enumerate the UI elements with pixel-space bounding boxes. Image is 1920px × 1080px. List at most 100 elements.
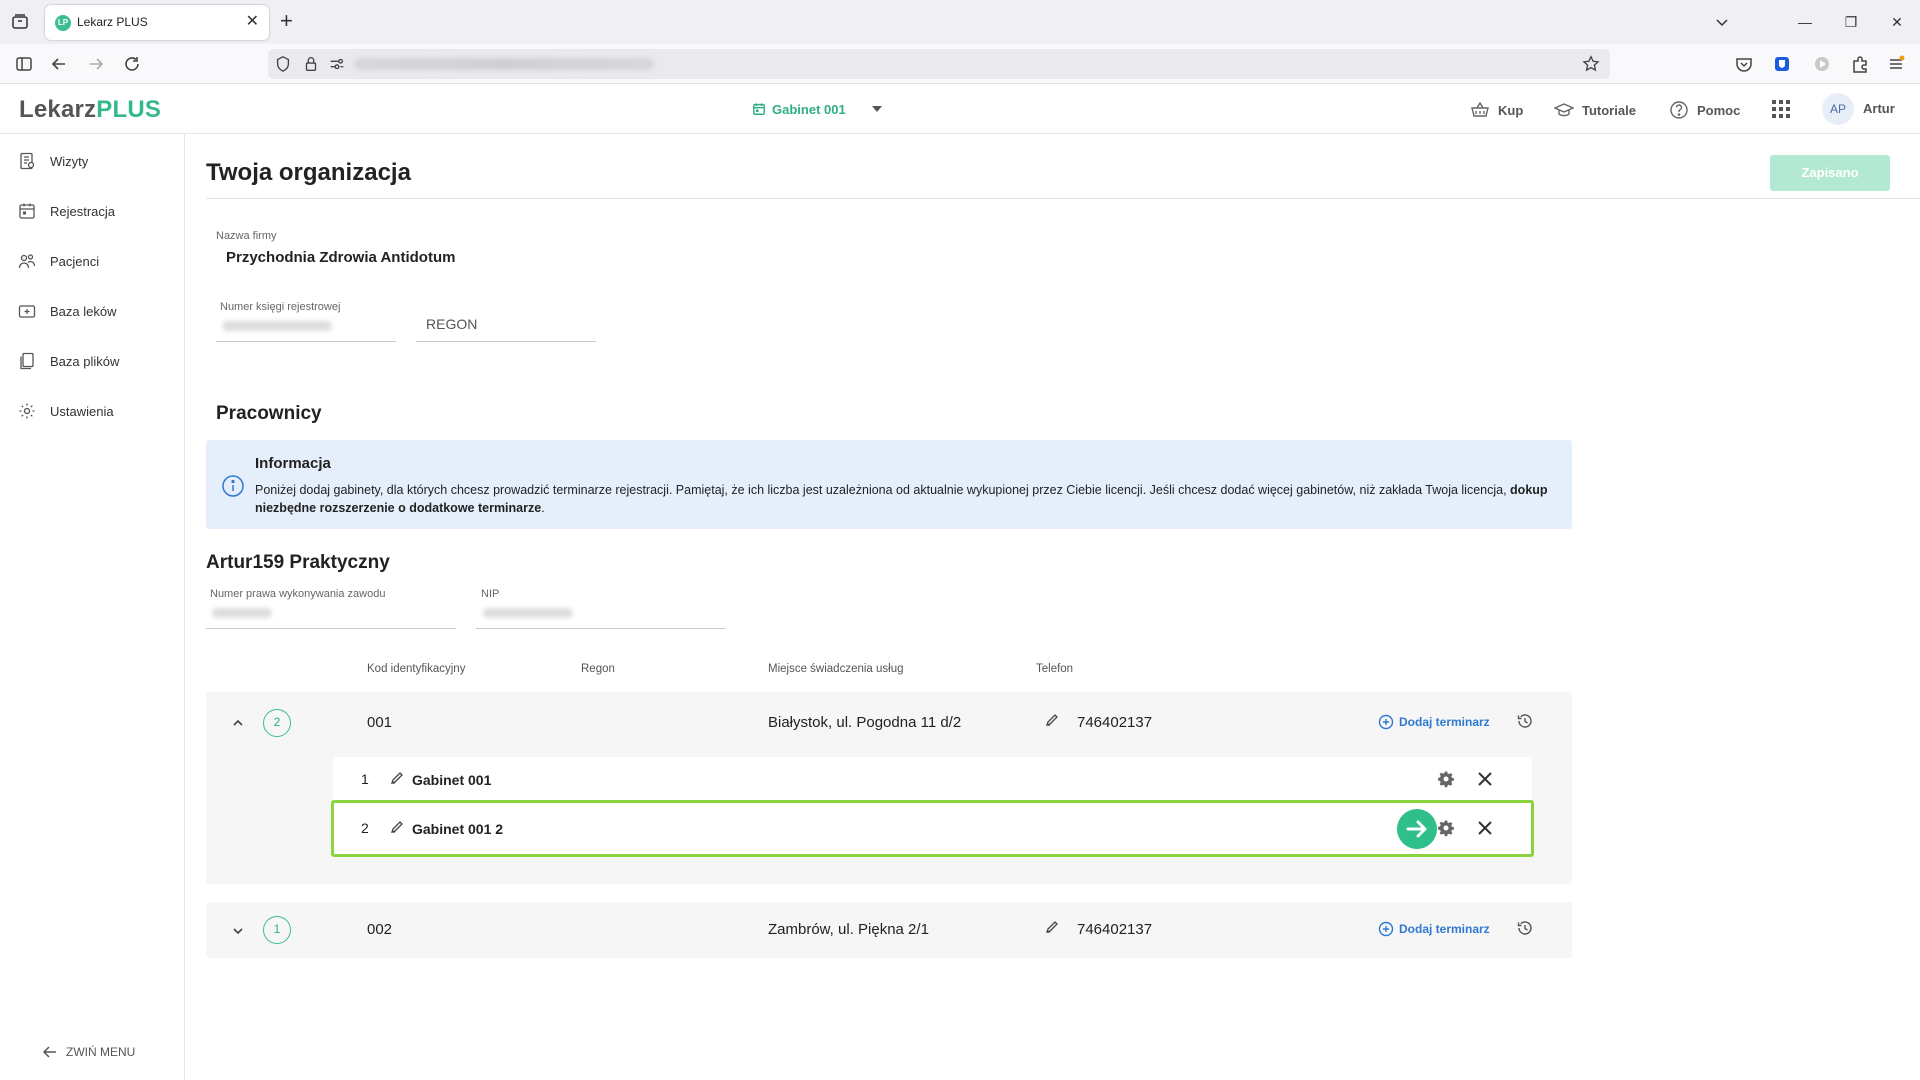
tab-list-icon[interactable] [10, 12, 30, 32]
gear-icon[interactable] [1437, 819, 1455, 837]
miejsce-cell: Białystok, ul. Pogodna 11 d/2 [768, 714, 962, 731]
nip-redacted[interactable] [483, 608, 573, 618]
help-link[interactable]: Pomoc [1669, 100, 1740, 120]
count-badge: 1 [263, 916, 291, 944]
gabinet-name: Gabinet 001 2 [412, 821, 504, 837]
main-content: Twoja organizacja Zapisano Nazwa firmy P… [186, 134, 1920, 1080]
permissions-icon[interactable] [328, 55, 346, 73]
tab-title: Lekarz PLUS [77, 15, 148, 29]
info-text: Poniżej dodaj gabinety, dla których chce… [255, 483, 1548, 515]
files-icon [20, 352, 34, 370]
sidebar-item-ustawienia[interactable]: Ustawienia [18, 400, 114, 422]
people-icon [18, 254, 36, 269]
count-badge: 2 [263, 709, 291, 737]
reload-icon[interactable] [122, 54, 142, 74]
add-schedule-link[interactable]: Dodaj terminarz [1378, 714, 1490, 730]
tutorials-link[interactable]: Tutoriale [1554, 100, 1636, 120]
caret-down-icon [871, 106, 882, 112]
graduation-cap-icon [1554, 103, 1574, 117]
pencil-icon[interactable] [389, 819, 405, 835]
kod-cell: 001 [367, 714, 393, 731]
new-tab-icon[interactable]: + [280, 10, 293, 32]
close-window-icon[interactable]: ✕ [1874, 0, 1920, 44]
chevron-down-icon[interactable] [1712, 12, 1732, 32]
app-logo[interactable]: LekarzPLUS [19, 96, 161, 124]
basket-icon [1471, 101, 1489, 117]
page-title: Twoja organizacja [206, 159, 411, 186]
app-menu-icon[interactable] [1886, 54, 1906, 74]
pencil-icon[interactable] [1044, 919, 1060, 935]
browser-nav-bar [0, 44, 1920, 84]
app-header: LekarzPLUS Gabinet 001 Kup Tutoriale Pom… [0, 85, 1920, 134]
pencil-icon[interactable] [1044, 712, 1060, 728]
close-icon[interactable] [1476, 819, 1494, 837]
user-name[interactable]: Artur [1863, 101, 1895, 116]
gabinet-selector[interactable]: Gabinet 001 [752, 99, 882, 119]
regon-field[interactable]: REGON [426, 316, 477, 332]
sidebar-item-pacjenci[interactable]: Pacjenci [18, 250, 99, 272]
extension-icon[interactable] [1812, 54, 1832, 74]
forward-icon[interactable] [86, 54, 106, 74]
sidebar-item-wizyty[interactable]: Wizyty [18, 150, 88, 172]
tab-close-icon[interactable]: ✕ [246, 13, 259, 31]
minimize-icon[interactable]: — [1782, 0, 1828, 44]
pencil-icon[interactable] [389, 770, 405, 786]
extensions-puzzle-icon[interactable] [1850, 54, 1870, 74]
gabinet-name: Gabinet 001 [412, 772, 492, 788]
sidebar: Wizyty Rejestracja Pacjenci Baza leków B… [0, 134, 185, 1080]
document-list-icon [20, 152, 35, 170]
chevron-down-icon[interactable] [231, 924, 245, 938]
gabinet-row: 1 Gabinet 001 [333, 757, 1532, 803]
sidebar-item-baza-lekow[interactable]: Baza leków [18, 300, 116, 322]
pocket-icon[interactable] [1734, 54, 1754, 74]
shield-icon[interactable] [274, 55, 292, 73]
sidebar-toggle-icon[interactable] [14, 54, 34, 74]
register-number-label: Numer księgi rejestrowej [220, 301, 341, 313]
telefon-cell: 746402137 [1077, 714, 1153, 731]
close-icon[interactable] [1476, 770, 1494, 788]
plus-circle-icon [1378, 714, 1394, 730]
restore-icon[interactable]: ❐ [1828, 0, 1874, 44]
bitwarden-icon[interactable] [1772, 54, 1792, 74]
sidebar-item-baza-plikow[interactable]: Baza plików [18, 350, 119, 372]
kod-cell: 002 [367, 921, 393, 938]
gear-icon [19, 403, 35, 419]
license-number-redacted[interactable] [212, 608, 272, 618]
license-number-label: Numer prawa wykonywania zawodu [210, 588, 386, 600]
url-text-redacted [354, 58, 654, 70]
register-number-underline [216, 341, 396, 342]
gabinet-number: 1 [361, 771, 369, 787]
lock-icon[interactable] [302, 55, 320, 73]
arrow-right-icon [1397, 809, 1437, 849]
apps-grid-icon[interactable] [1772, 100, 1790, 118]
chevron-up-icon[interactable] [231, 716, 245, 730]
header-miejsce: Miejsce świadczenia usług [768, 663, 904, 675]
company-name-field[interactable]: Przychodnia Zdrowia Antidotum [226, 249, 455, 266]
history-icon[interactable] [1516, 712, 1534, 730]
browser-tab[interactable]: LP Lekarz PLUS ✕ [45, 5, 269, 40]
employees-section-title: Pracownicy [216, 403, 322, 424]
calendar-icon [19, 203, 35, 219]
regon-underline [416, 341, 596, 342]
add-schedule-link[interactable]: Dodaj terminarz [1378, 921, 1490, 937]
history-icon[interactable] [1516, 919, 1534, 937]
star-icon[interactable] [1582, 55, 1600, 73]
medical-kit-icon [18, 305, 36, 318]
favicon-icon: LP [55, 15, 71, 31]
table-row: 2 001 Białystok, ul. Pogodna 11 d/2 7464… [206, 692, 1572, 884]
divider [206, 198, 1920, 199]
avatar[interactable]: AP [1822, 93, 1854, 125]
info-box: Informacja Poniżej dodaj gabinety, dla k… [206, 440, 1572, 529]
miejsce-cell: Zambrów, ul. Piękna 2/1 [768, 921, 929, 938]
buy-link[interactable]: Kup [1470, 100, 1523, 120]
license-number-underline [206, 628, 456, 629]
gabinet-number: 2 [361, 820, 369, 836]
back-icon[interactable] [49, 54, 69, 74]
employee-name: Artur159 Praktyczny [206, 552, 390, 573]
sidebar-item-rejestracja[interactable]: Rejestracja [18, 200, 115, 222]
gear-icon[interactable] [1437, 770, 1455, 788]
url-bar[interactable] [268, 49, 1610, 79]
collapse-menu-button[interactable]: ZWIŃ MENU [42, 1044, 135, 1060]
register-number-redacted[interactable] [222, 321, 332, 331]
save-button[interactable]: Zapisano [1770, 155, 1890, 191]
